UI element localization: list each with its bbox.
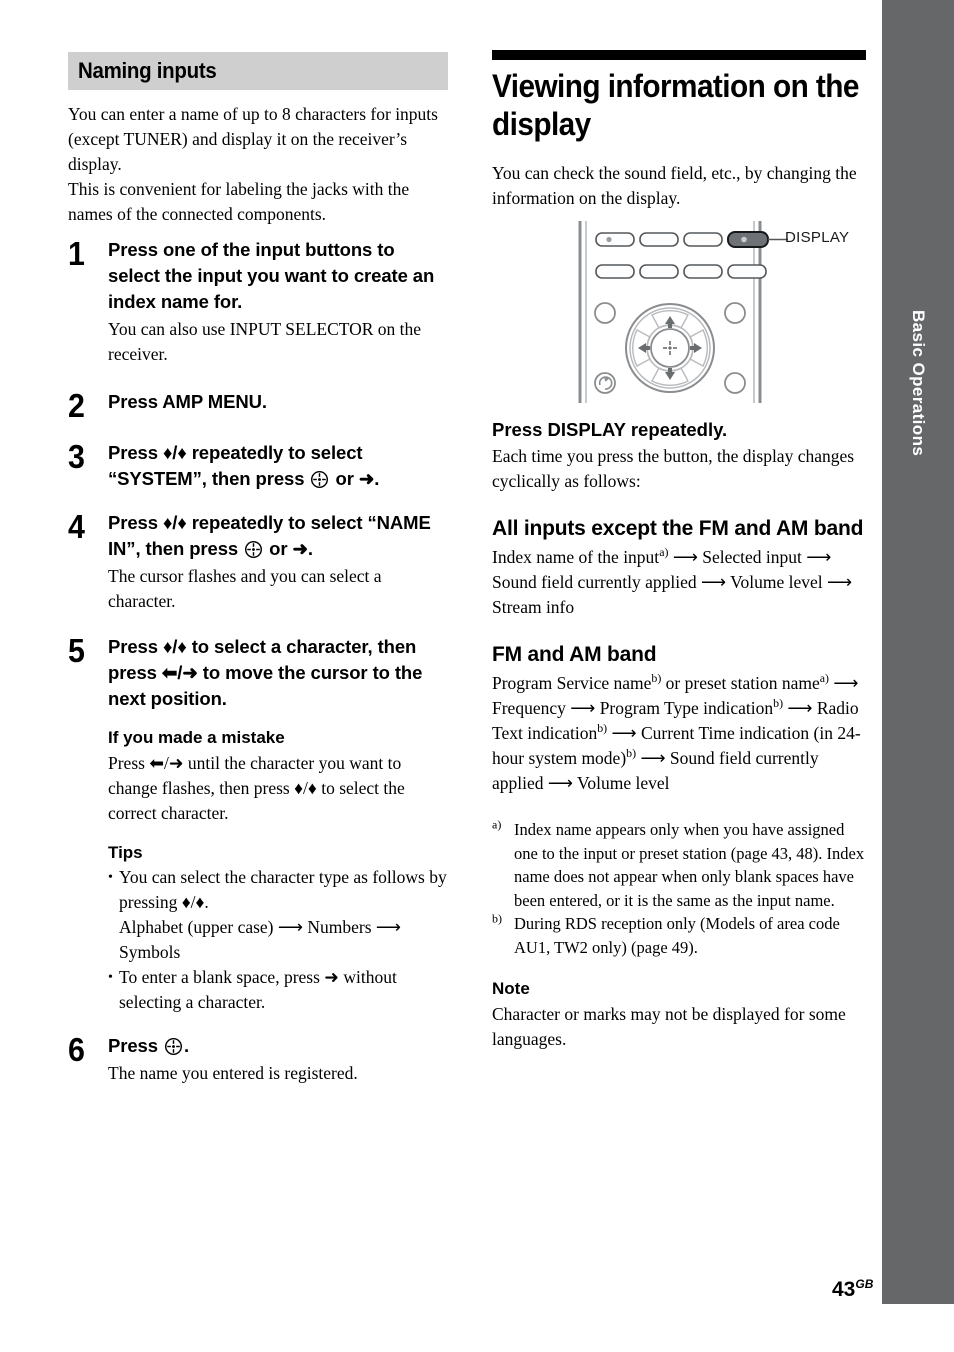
section-heading-bar: Naming inputs <box>68 52 448 90</box>
tips-list: You can select the character type as fol… <box>108 865 448 1015</box>
remote-round-button-topright <box>724 302 746 324</box>
page-number-value: 43 <box>832 1278 856 1301</box>
step-title-post: or ➜. <box>264 538 313 559</box>
remote-second-button-row <box>595 264 767 279</box>
step-number: 2 <box>68 387 85 424</box>
tip-cycle: Alphabet (upper case) ⟶ Numbers ⟶ Symbol… <box>119 917 401 962</box>
tip-item: To enter a blank space, press ➜ without … <box>108 965 448 1015</box>
intro-paragraph-1: You can enter a name of up to 8 characte… <box>68 104 438 174</box>
tip-item: You can select the character type as fol… <box>108 865 448 965</box>
step-title: Press AMP MENU. <box>108 391 267 412</box>
section-heading-text: Naming inputs <box>78 58 217 83</box>
note-text: Character or marks may not be displayed … <box>492 1004 846 1049</box>
footnote-ref-b: b) <box>651 671 662 686</box>
step-number: 6 <box>68 1031 85 1068</box>
step-title-post: or ➜. <box>330 468 380 489</box>
page-title: Viewing information on the display <box>492 68 859 142</box>
footnote-text: During RDS reception only (Models of are… <box>514 914 840 957</box>
chapter-tab-label: Basic Operations <box>909 310 928 457</box>
chapter-rule <box>492 50 866 60</box>
tips-heading: Tips <box>108 843 143 862</box>
step-number: 5 <box>68 632 85 669</box>
enter-button-icon <box>164 1037 183 1056</box>
all-inputs-heading: All inputs except the FM and AM band <box>492 517 864 540</box>
step-5: 5 Press ♦/♦ to select a character, then … <box>68 634 448 1015</box>
step-number: 4 <box>68 508 85 545</box>
step-title-pre: Press <box>108 1035 163 1056</box>
fm-am-text-2: or preset station name <box>661 673 820 693</box>
step-1: 1 Press one of the input buttons to sele… <box>68 237 448 367</box>
display-callout-label: DISPLAY <box>785 229 850 246</box>
left-column: Naming inputs You can enter a name of up… <box>68 52 448 1092</box>
step-number: 1 <box>68 235 85 272</box>
footnote-ref-a: a) <box>819 671 829 686</box>
step-2: 2 Press AMP MENU. <box>68 389 448 422</box>
footnote-a: a) Index name appears only when you have … <box>492 818 868 912</box>
page-number: 43GB <box>832 1278 873 1302</box>
display-instruction-note: Each time you press the button, the disp… <box>492 446 855 491</box>
step-title: Press one of the input buttons to select… <box>108 239 435 312</box>
footnote-b: b) During RDS reception only (Models of a… <box>492 912 868 959</box>
footnote-text: Index name appears only when you have as… <box>514 820 865 910</box>
step-title: Press ♦/♦ repeatedly to select “NAME IN”… <box>108 510 448 562</box>
step-4: 4 Press ♦/♦ repeatedly to select “NAME I… <box>68 510 448 614</box>
enter-button-icon <box>244 540 263 559</box>
step-number: 3 <box>68 438 85 475</box>
remote-dpad <box>625 303 715 393</box>
fm-am-body: Program Service nameb) or preset station… <box>492 671 868 796</box>
step-title: Press . <box>108 1033 448 1059</box>
manual-page: Basic Operations Naming inputs You can e… <box>0 0 954 1352</box>
display-instruction-heading: Press DISPLAY repeatedly. <box>492 419 728 440</box>
footnote-marker: b) <box>492 911 502 926</box>
remote-control-svg <box>578 221 788 403</box>
footnote-marker: a) <box>492 817 502 832</box>
step-title: Press ♦/♦ repeatedly to select “SYSTEM”,… <box>108 440 448 492</box>
footnotes: a) Index name appears only when you have … <box>492 818 868 959</box>
page-number-suffix: GB <box>855 1277 874 1291</box>
remote-round-button-bottomright <box>724 372 746 394</box>
footnote-ref-b: b) <box>773 696 784 711</box>
fm-am-heading: FM and AM band <box>492 643 657 666</box>
remote-control-illustration: DISPLAY <box>492 217 868 407</box>
footnote-ref-b: b) <box>597 721 608 736</box>
step-6: 6 Press . The name you entered is regist… <box>68 1033 448 1086</box>
fm-am-text-1: Program Service name <box>492 673 652 693</box>
all-inputs-body: Index name of the inputa) ⟶ Selected inp… <box>492 545 868 620</box>
intro-paragraph-2: This is convenient for labeling the jack… <box>68 179 410 224</box>
all-inputs-text-1: Index name of the input <box>492 547 660 567</box>
step-3: 3 Press ♦/♦ repeatedly to select “SYSTEM… <box>68 440 448 494</box>
right-column: Viewing information on the display You c… <box>492 50 868 1052</box>
step-title: Press ♦/♦ to select a character, then pr… <box>108 636 423 709</box>
remote-top-button-row <box>595 231 769 248</box>
step-note: You can also use INPUT SELECTOR on the r… <box>108 319 422 364</box>
mistake-body: Press ⬅/➜ until the character you want t… <box>108 753 405 823</box>
chapter-tab-band: Basic Operations <box>882 0 954 1304</box>
footnote-ref-b: b) <box>626 746 637 761</box>
tip-text: You can select the character type as fol… <box>119 867 447 912</box>
step-note: The name you entered is registered. <box>108 1063 358 1083</box>
step-note: The cursor flashes and you can select a … <box>108 566 382 611</box>
note-heading: Note <box>492 979 530 998</box>
remote-round-button-topleft <box>594 302 616 324</box>
step-title-post: . <box>183 1035 189 1056</box>
enter-button-icon <box>310 470 329 489</box>
mistake-heading: If you made a mistake <box>108 728 285 747</box>
remote-return-button <box>594 372 616 394</box>
chapter-intro: You can check the sound field, etc., by … <box>492 163 857 208</box>
